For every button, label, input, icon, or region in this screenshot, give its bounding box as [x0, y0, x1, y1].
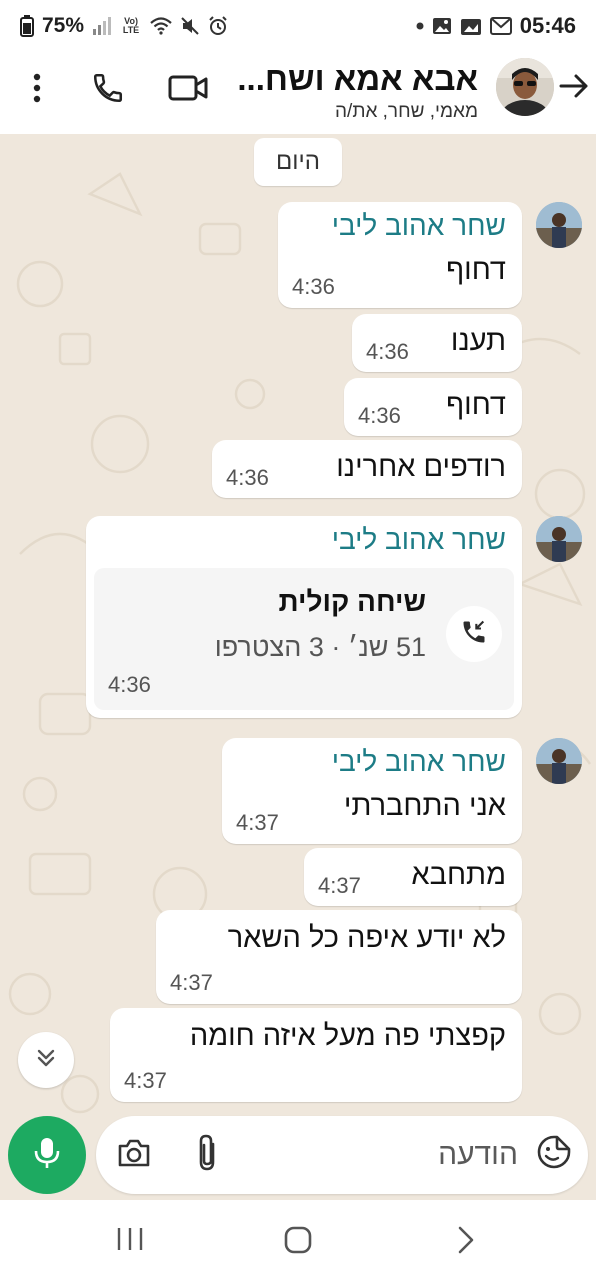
- avatar[interactable]: [536, 202, 582, 248]
- camera-icon: [117, 1138, 151, 1173]
- sender-name[interactable]: שחר אהוב ליבי: [332, 210, 506, 242]
- emoji-icon: [536, 1134, 572, 1175]
- signal-icon: [92, 17, 112, 35]
- message-text: דחוף: [446, 389, 506, 421]
- message-text: אני התחברתי: [343, 790, 506, 822]
- home-button[interactable]: [280, 1224, 316, 1260]
- message-text: דחוף: [446, 254, 506, 286]
- voice-record-button[interactable]: [8, 1116, 86, 1194]
- message-text: מתחבא: [411, 859, 506, 891]
- message-time: 4:37: [170, 970, 213, 995]
- whatsapp-chat-screen: 75% Vo) LTE 05:46 אבא אמא ושח... מאמי, ש…: [0, 0, 596, 1280]
- more-options-button[interactable]: [22, 72, 52, 108]
- voice-call-card[interactable]: שיחה קולית 51 שנ׳ · 3 הצטרפו 4:36: [94, 568, 514, 710]
- phone-icon: [91, 71, 125, 110]
- message-composer: [96, 1116, 588, 1194]
- system-back-button[interactable]: [448, 1224, 484, 1260]
- message-bubble[interactable]: שחר אהוב ליבי דחוף 4:36: [278, 202, 522, 308]
- message-bubble[interactable]: תענו 4:36: [352, 314, 522, 372]
- chat-header: אבא אמא ושח... מאמי, שחר, את/ה: [0, 52, 596, 134]
- gallery-icon: [432, 17, 452, 35]
- message-list[interactable]: היום שחר אהוב ליבי דחוף 4:36 תענו 4:36 ד…: [0, 134, 596, 1200]
- message-text: תענו: [450, 325, 506, 357]
- group-avatar[interactable]: [496, 58, 554, 116]
- video-icon: [168, 73, 208, 108]
- message-bubble[interactable]: קפצתי פה מעל איזה חומה 4:37: [110, 1008, 522, 1102]
- camera-button[interactable]: [114, 1136, 154, 1174]
- avatar[interactable]: [536, 738, 582, 784]
- recents-icon: [116, 1226, 144, 1257]
- message-bubble[interactable]: דחוף 4:36: [344, 378, 522, 436]
- chevron-right-icon: [456, 1225, 476, 1260]
- gmail-icon: [489, 17, 512, 35]
- avatar[interactable]: [536, 516, 582, 562]
- status-left: 75% Vo) LTE: [20, 14, 228, 38]
- back-arrow-icon: [559, 73, 589, 104]
- message-text: רודפים אחרינו: [336, 451, 506, 483]
- attach-button[interactable]: [192, 1132, 222, 1176]
- image-icon: [460, 16, 482, 36]
- dot-icon: [416, 22, 424, 30]
- message-text: קפצתי פה מעל איזה חומה: [189, 1020, 506, 1052]
- call-detail: 51 שנ׳ · 3 הצטרפו: [214, 632, 426, 662]
- recents-button[interactable]: [112, 1226, 148, 1256]
- message-time: 4:36: [358, 403, 401, 428]
- volte-icon: Vo) LTE: [120, 17, 142, 35]
- double-chevron-down-icon: [34, 1046, 58, 1075]
- mic-icon: [33, 1136, 61, 1175]
- voice-call-button[interactable]: [86, 68, 130, 112]
- sender-name[interactable]: שחר אהוב ליבי: [332, 524, 506, 556]
- call-title: שיחה קולית: [278, 586, 427, 617]
- message-bubble[interactable]: שחר אהוב ליבי אני התחברתי 4:37: [222, 738, 522, 844]
- message-bubble[interactable]: מתחבא 4:37: [304, 848, 522, 906]
- back-button[interactable]: [556, 70, 592, 106]
- message-text: לא יודע איפה כל השאר: [227, 922, 506, 954]
- status-bar: 75% Vo) LTE 05:46: [0, 0, 596, 52]
- chat-subtitle: מאמי, שחר, את/ה: [335, 101, 478, 122]
- alarm-icon: [208, 16, 228, 36]
- call-icon-wrapper: [446, 606, 502, 662]
- call-message-bubble[interactable]: שחר אהוב ליבי שיחה קולית 51 שנ׳ · 3 הצטר…: [86, 516, 522, 718]
- battery-icon: [20, 15, 34, 37]
- message-time: 4:36: [108, 672, 151, 697]
- chat-title: אבא אמא ושח...: [237, 60, 478, 97]
- message-time: 4:37: [236, 810, 279, 835]
- message-bubble[interactable]: רודפים אחרינו 4:36: [212, 440, 522, 498]
- message-bubble[interactable]: לא יודע איפה כל השאר 4:37: [156, 910, 522, 1004]
- attach-icon: [195, 1132, 219, 1177]
- missed-call-icon: [460, 618, 488, 651]
- message-input[interactable]: [268, 1130, 518, 1180]
- message-time: 4:37: [124, 1068, 167, 1093]
- home-icon: [283, 1225, 313, 1260]
- emoji-button[interactable]: [534, 1134, 574, 1174]
- battery-percent: 75%: [42, 14, 85, 37]
- scroll-to-bottom-button[interactable]: [18, 1032, 74, 1088]
- date-separator: היום: [254, 138, 342, 186]
- message-time: 4:36: [226, 465, 269, 490]
- message-time: 4:36: [292, 274, 335, 299]
- message-time: 4:37: [318, 873, 361, 898]
- video-call-button[interactable]: [164, 68, 212, 112]
- sender-name[interactable]: שחר אהוב ליבי: [332, 746, 506, 778]
- system-navigation-bar: [0, 1200, 596, 1280]
- mute-icon: [180, 16, 200, 36]
- status-right: 05:46: [416, 13, 576, 39]
- message-time: 4:36: [366, 339, 409, 364]
- wifi-icon: [150, 17, 172, 35]
- clock: 05:46: [519, 13, 576, 38]
- network-label: Vo) LTE: [122, 16, 140, 35]
- more-icon: [32, 73, 42, 108]
- chat-title-block[interactable]: אבא אמא ושח... מאמי, שחר, את/ה: [237, 58, 478, 124]
